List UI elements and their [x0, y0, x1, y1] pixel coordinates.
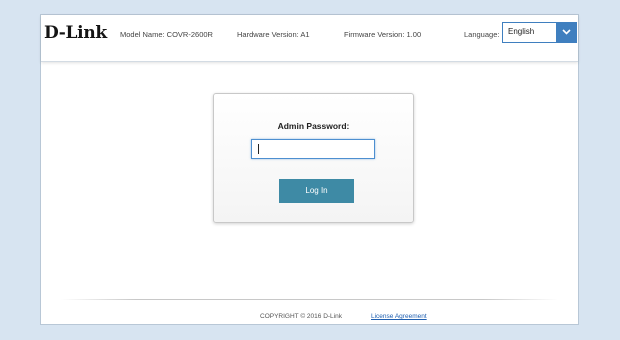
login-panel: Admin Password: Log In — [213, 93, 414, 223]
router-login-page: D-Link Model Name: COVR-2600R Hardware V… — [40, 14, 579, 325]
language-label: Language: — [464, 30, 500, 39]
log-in-button[interactable]: Log In — [279, 179, 354, 203]
license-agreement-link[interactable]: License Agreement — [371, 313, 427, 320]
hardware-version: Hardware Version: A1 — [237, 30, 310, 39]
language-select[interactable]: English — [502, 22, 577, 43]
top-header: D-Link Model Name: COVR-2600R Hardware V… — [41, 15, 578, 62]
language-selected-value: English — [508, 27, 535, 36]
admin-password-label: Admin Password: — [277, 121, 350, 131]
admin-password-input[interactable] — [251, 139, 375, 159]
dlink-logo: D-Link — [44, 23, 107, 43]
text-caret — [258, 144, 259, 154]
copyright-text: COPYRIGHT © 2016 D-Link — [260, 313, 342, 320]
footer-divider — [61, 299, 558, 300]
model-name: Model Name: COVR-2600R — [120, 30, 213, 39]
chevron-down-icon — [561, 29, 571, 35]
language-dropdown-button[interactable] — [556, 23, 576, 42]
firmware-version: Firmware Version: 1.00 — [344, 30, 422, 39]
